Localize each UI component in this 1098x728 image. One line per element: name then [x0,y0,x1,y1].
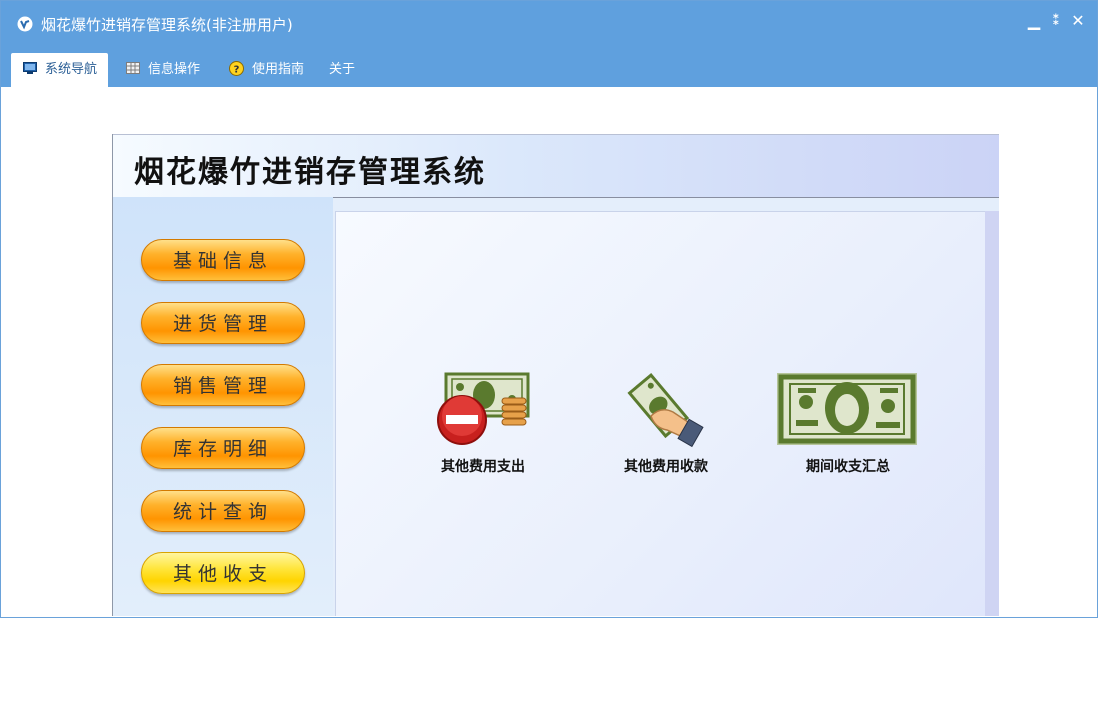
tab-info-operation[interactable]: 信息操作 [126,53,216,87]
grid-icon [126,62,140,74]
function-label: 期间收支汇总 [806,459,890,475]
app-logo-icon [17,16,33,32]
restore-button[interactable]: ⁑ [1047,12,1065,30]
help-icon: ? [229,61,244,76]
money-receive-icon [627,372,704,448]
minimize-button[interactable]: ▁ [1025,12,1043,30]
app-window: 烟花爆竹进销存管理系统(非注册用户) ▁ ⁑ ✕ 系统导航 信息操作 ? 使用指… [0,0,1098,618]
nav-button-statistics[interactable]: 统计查询 [141,490,305,532]
window-title: 烟花爆竹进销存管理系统(非注册用户) [41,16,293,34]
function-label: 其他费用收款 [624,459,708,475]
tab-label: 系统导航 [45,62,98,77]
nav-button-other-income-expense[interactable]: 其他收支 [141,552,305,594]
tab-label: 使用指南 [252,62,305,77]
svg-text:?: ? [234,65,240,76]
sidebar: 基础信息 进货管理 销售管理 库存明细 统计查询 其他收支 [113,197,333,616]
function-label: 其他费用支出 [441,459,525,475]
nav-button-purchase[interactable]: 进货管理 [141,302,305,344]
panel-header: 烟花爆竹进销存管理系统 [113,134,999,198]
panel-title: 烟花爆竹进销存管理系统 [134,155,486,190]
function-period-summary[interactable]: 期间收支汇总 [776,372,920,482]
nav-button-basic-info[interactable]: 基础信息 [141,239,305,281]
function-area: 其他费用支出 其他费用收款 期间收支汇总 [335,211,986,616]
title-bar[interactable]: 烟花爆竹进销存管理系统(非注册用户) ▁ ⁑ ✕ [1,1,1097,45]
tab-system-nav[interactable]: 系统导航 [11,53,108,87]
nav-button-inventory[interactable]: 库存明细 [141,427,305,469]
monitor-icon [23,62,37,74]
navigation-panel: 烟花爆竹进销存管理系统 基础信息 进货管理 销售管理 库存明细 统计查询 其他收… [112,134,999,616]
close-button[interactable]: ✕ [1069,12,1087,30]
tab-about[interactable]: 关于 [329,53,369,87]
tab-label: 关于 [329,62,356,77]
nav-button-sales[interactable]: 销售管理 [141,364,305,406]
banknote-icon [777,373,917,445]
function-other-expense[interactable]: 其他费用支出 [428,372,538,482]
tab-user-guide[interactable]: ? 使用指南 [229,53,319,87]
tab-label: 信息操作 [148,62,201,77]
function-other-receipt[interactable]: 其他费用收款 [611,372,721,482]
menu-bar: 系统导航 信息操作 ? 使用指南 关于 [1,45,1097,87]
money-expense-icon [437,372,530,445]
content-edge [985,211,999,616]
